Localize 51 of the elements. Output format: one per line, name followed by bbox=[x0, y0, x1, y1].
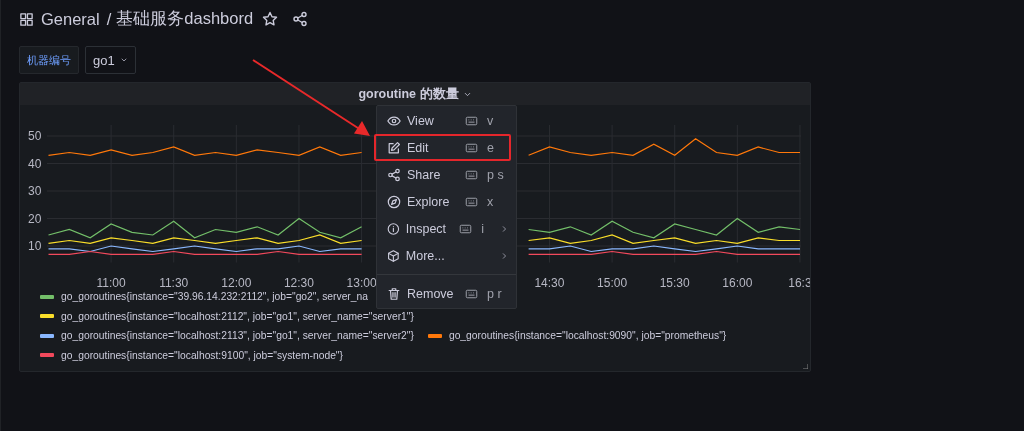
axis-label: 14:30 bbox=[534, 275, 565, 290]
axis-label: 11:30 bbox=[159, 275, 189, 290]
legend-label[interactable]: go_goroutines{instance="localhost:2113", job="go1", server_name="server2"} bbox=[61, 330, 414, 342]
keyboard-icon bbox=[464, 114, 479, 127]
menu-item[interactable]: Inspect i bbox=[374, 215, 511, 242]
share-icon bbox=[387, 167, 401, 182]
chevron-right-icon bbox=[500, 251, 508, 260]
compass-icon bbox=[387, 194, 401, 209]
legend-label[interactable]: go_goroutines{instance="39.96.14.232:2112", job="go2", server_na bbox=[61, 291, 368, 303]
dashboard-title: 基础服务dashbord bbox=[116, 8, 254, 29]
star-icon[interactable] bbox=[262, 11, 279, 27]
variable-select[interactable]: go1 bbox=[85, 46, 136, 74]
trash-icon bbox=[387, 286, 401, 301]
keyboard-icon bbox=[464, 168, 479, 181]
axis-label: 40 bbox=[28, 156, 42, 171]
legend-label[interactable]: go_goroutines{instance="localhost:9090", job="prometheus"} bbox=[448, 330, 727, 342]
keyboard-icon bbox=[464, 141, 479, 154]
info-icon bbox=[387, 221, 400, 236]
caret-icon bbox=[119, 56, 128, 64]
menu-item[interactable]: View v bbox=[374, 107, 511, 134]
axis-label: 12:00 bbox=[221, 275, 252, 290]
keyboard-icon bbox=[464, 287, 479, 300]
resize-handle-icon[interactable] bbox=[803, 364, 808, 369]
legend-label[interactable]: go_goroutines{instance="localhost:9100", job="system-node"} bbox=[61, 349, 343, 361]
variable-label: 机器编号 bbox=[19, 46, 79, 74]
breadcrumb-folder[interactable]: General bbox=[41, 9, 100, 29]
axis-label: 15:00 bbox=[597, 275, 628, 290]
axis-label: 50 bbox=[28, 129, 42, 143]
legend-label[interactable]: go_goroutines{instance="localhost:2112", job="go1", server_name="server1"} bbox=[61, 310, 414, 322]
menu-item[interactable]: Explore x bbox=[374, 188, 511, 215]
axis-label: 20 bbox=[28, 211, 42, 226]
share-icon[interactable] bbox=[292, 11, 309, 27]
axis-label: 12:30 bbox=[283, 275, 314, 290]
menu-item[interactable]: Share p s bbox=[374, 161, 511, 188]
axis-label: 13:00 bbox=[346, 275, 377, 290]
axis-label: 30 bbox=[28, 184, 42, 198]
menu-item[interactable]: Edit e bbox=[374, 134, 511, 161]
dashboard-grid-icon bbox=[19, 11, 34, 27]
breadcrumb-separator: / bbox=[106, 9, 112, 29]
menu-item[interactable]: More... bbox=[374, 242, 511, 269]
axis-label: 15:30 bbox=[659, 275, 690, 290]
eye-icon bbox=[387, 113, 401, 128]
edit-icon bbox=[387, 140, 401, 155]
keyboard-icon bbox=[458, 222, 474, 235]
axis-label: 11:00 bbox=[96, 275, 126, 290]
panel-title[interactable]: goroutine 的数量 bbox=[358, 85, 472, 103]
axis-label: 16:00 bbox=[722, 275, 753, 290]
chevron-right-icon bbox=[500, 224, 508, 233]
axis-label: 10 bbox=[28, 239, 42, 253]
cube-icon bbox=[387, 248, 400, 263]
keyboard-icon bbox=[464, 195, 479, 208]
